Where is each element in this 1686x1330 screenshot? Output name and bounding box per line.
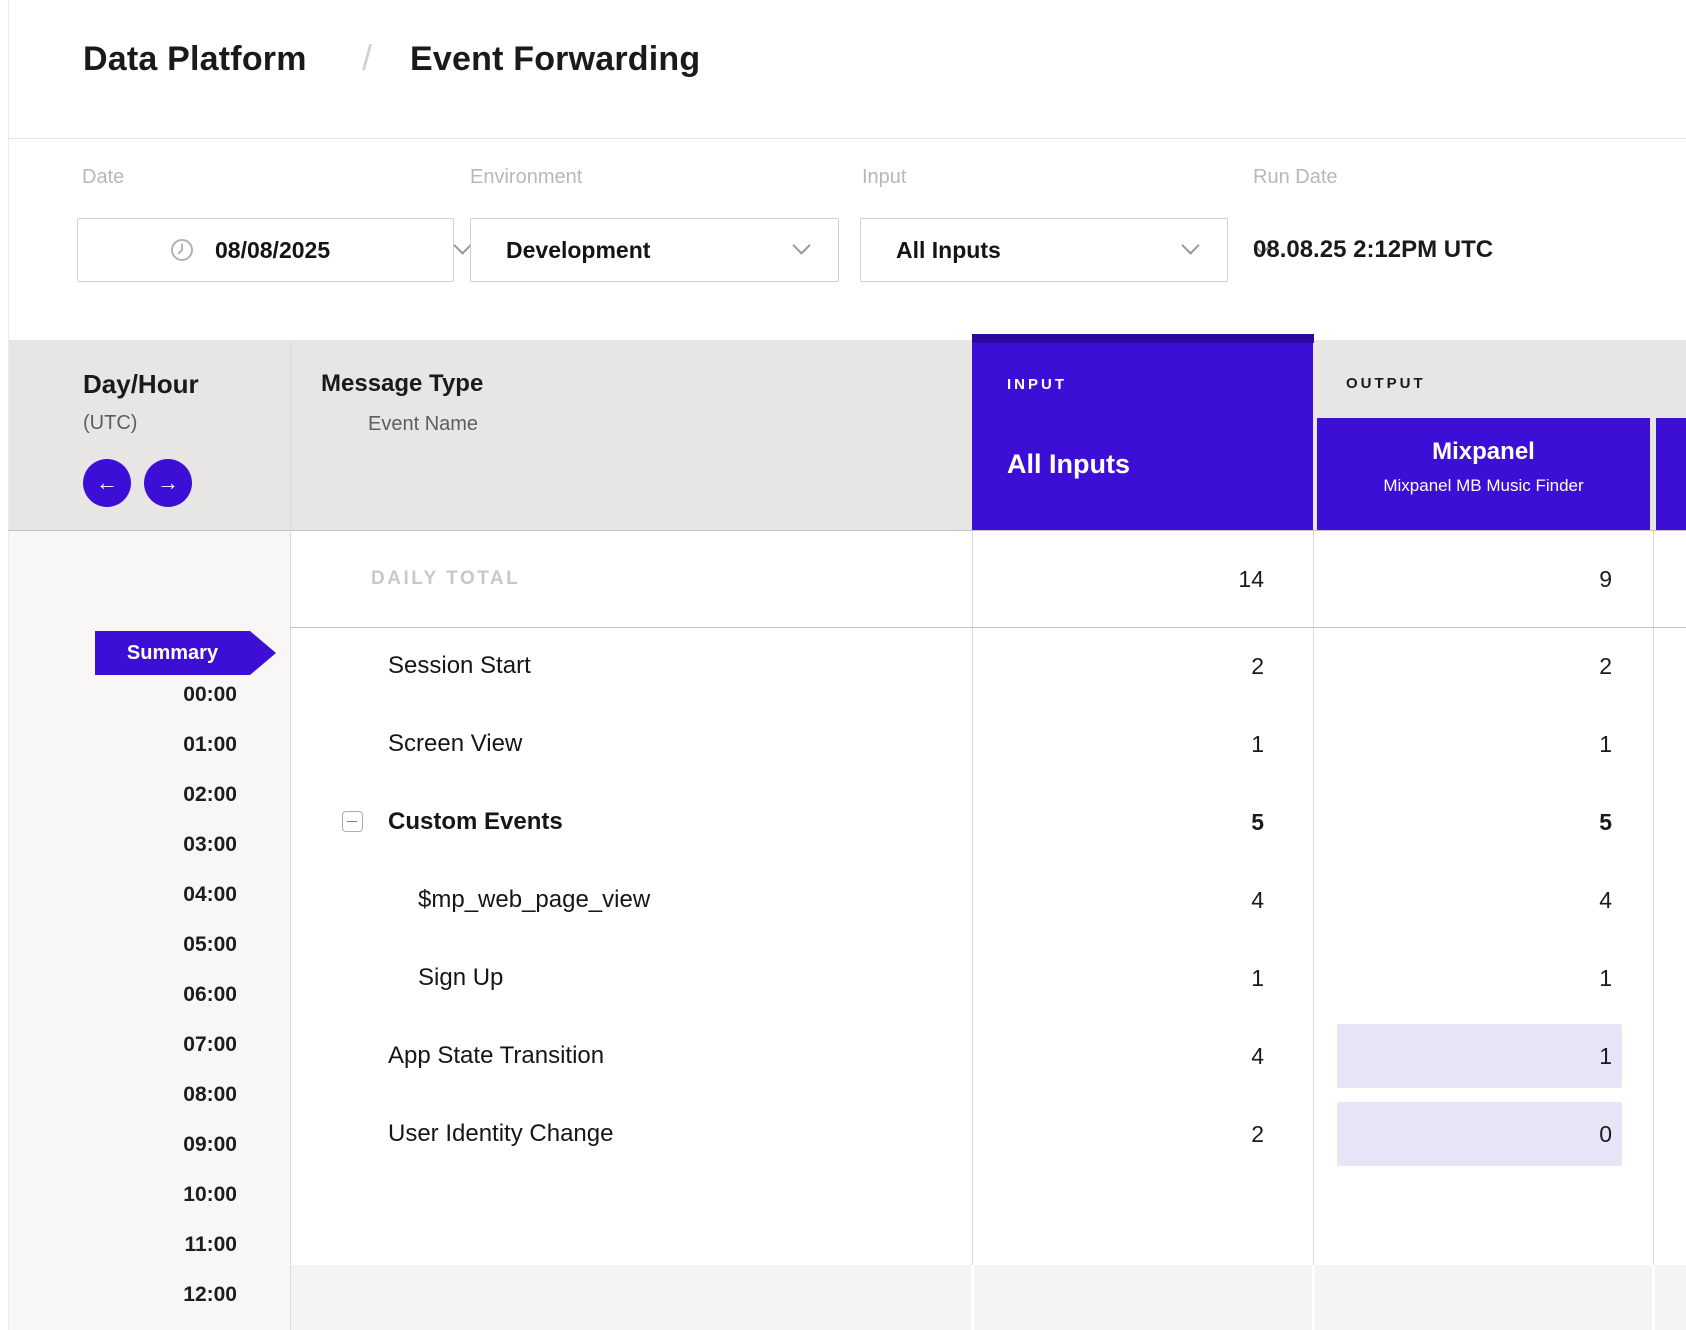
run-date-value: 08.08.25 2:12PM UTC — [1253, 218, 1493, 282]
input-count-cell: 2 — [972, 627, 1264, 705]
hour-item[interactable]: 11:00 — [9, 1220, 237, 1270]
column-divider — [1652, 1265, 1655, 1330]
output-count-cell: 5 — [1337, 790, 1622, 854]
chevron-down-icon — [1181, 236, 1199, 254]
column-divider — [1312, 1265, 1315, 1330]
page-title: Event Forwarding — [410, 40, 700, 79]
input-filter-label: Input — [862, 166, 906, 189]
hour-item[interactable]: 02:00 — [9, 770, 237, 820]
connection-name: Mixpanel — [1317, 438, 1650, 466]
hour-item[interactable]: 10:00 — [9, 1170, 237, 1220]
previous-day-button[interactable]: ← — [83, 459, 131, 507]
next-day-button[interactable]: → — [144, 459, 192, 507]
hour-item[interactable]: 05:00 — [9, 920, 237, 970]
message-type-header: Message Type — [321, 370, 483, 398]
daily-total-row: DAILY TOTAL 14 9 — [290, 531, 1686, 627]
chevron-down-icon — [792, 236, 810, 254]
output-count-cell: 4 — [1337, 868, 1622, 932]
event-forwarding-page: Data Platform / Event Forwarding Date En… — [0, 0, 1686, 1330]
hour-item[interactable]: 08:00 — [9, 1070, 237, 1120]
output-count-cell: 2 — [1337, 634, 1622, 698]
event-label: Session Start — [388, 652, 531, 680]
input-column-title: All Inputs — [1007, 449, 1130, 480]
output-count-cell: 1 — [1337, 946, 1622, 1010]
input-count-cell: 2 — [972, 1095, 1264, 1173]
hour-item[interactable]: 12:00 — [9, 1270, 237, 1320]
hour-item[interactable]: 07:00 — [9, 1020, 237, 1070]
input-count-cell: 1 — [972, 939, 1264, 1017]
event-label: Screen View — [388, 730, 522, 758]
table-row: Session Start 2 2 — [290, 627, 1686, 705]
environment-select[interactable]: Development — [470, 218, 839, 282]
summary-flag-label: Summary — [95, 631, 250, 675]
table-row: App State Transition 4 1 — [290, 1017, 1686, 1095]
event-name-subheader: Event Name — [368, 413, 478, 436]
date-filter-label: Date — [82, 166, 124, 189]
summary-flag-arrow — [250, 631, 276, 675]
hour-item[interactable]: 09:00 — [9, 1120, 237, 1170]
input-count-cell: 4 — [972, 1017, 1264, 1095]
hour-item[interactable]: 01:00 — [9, 720, 237, 770]
table-row: $mp_web_page_view 4 4 — [290, 861, 1686, 939]
next-connection-header-partial[interactable] — [1656, 418, 1686, 530]
event-label: Custom Events — [388, 808, 563, 836]
collapse-minus-icon[interactable] — [342, 811, 363, 832]
day-hour-timezone: (UTC) — [83, 412, 137, 435]
input-kicker: INPUT — [1007, 376, 1067, 393]
output-count-cell: 1 — [1337, 712, 1622, 776]
input-count-cell: 5 — [972, 783, 1264, 861]
date-value: 08/08/2025 — [215, 219, 330, 281]
environment-value: Development — [506, 219, 650, 281]
breadcrumb-section[interactable]: Data Platform — [83, 40, 307, 79]
hour-item[interactable]: 13:00 — [9, 1320, 237, 1330]
chevron-down-icon — [453, 236, 471, 254]
event-label: App State Transition — [388, 1042, 604, 1070]
column-divider — [971, 1265, 974, 1330]
input-count-cell: 1 — [972, 705, 1264, 783]
event-label: User Identity Change — [388, 1120, 613, 1148]
arrow-right-icon: → — [157, 470, 179, 496]
table-row: Screen View 1 1 — [290, 705, 1686, 783]
daily-total-output-value: 9 — [1337, 547, 1622, 611]
table-row: Sign Up 1 1 — [290, 939, 1686, 1017]
input-select[interactable]: All Inputs — [860, 218, 1228, 282]
output-connection-header[interactable]: Mixpanel Mixpanel MB Music Finder — [1317, 418, 1650, 530]
run-date-label: Run Date — [1253, 166, 1338, 189]
event-label: Sign Up — [418, 964, 503, 992]
minus-glyph — [347, 821, 357, 823]
input-column-accent-strip — [972, 334, 1314, 343]
input-column-header[interactable]: INPUT All Inputs — [972, 343, 1313, 530]
output-kicker: OUTPUT — [1346, 375, 1426, 392]
hour-item[interactable]: 04:00 — [9, 870, 237, 920]
connection-subtitle: Mixpanel MB Music Finder — [1317, 476, 1650, 496]
table-row: User Identity Change 2 0 — [290, 1095, 1686, 1173]
daily-total-label: DAILY TOTAL — [371, 568, 520, 590]
table-row: Custom Events 5 5 — [290, 783, 1686, 861]
empty-footer-band — [291, 1265, 1686, 1330]
breadcrumb: Data Platform / Event Forwarding — [9, 0, 1686, 139]
hour-item[interactable]: 06:00 — [9, 970, 237, 1020]
hour-item[interactable]: 03:00 — [9, 820, 237, 870]
input-count-cell: 4 — [972, 861, 1264, 939]
output-count-cell-highlighted[interactable]: 0 — [1337, 1102, 1622, 1166]
breadcrumb-separator: / — [362, 37, 372, 79]
hour-item[interactable]: 00:00 — [9, 670, 237, 720]
event-label: $mp_web_page_view — [418, 886, 650, 914]
input-value: All Inputs — [896, 219, 1001, 281]
arrow-left-icon: ← — [96, 470, 118, 496]
output-count-cell-highlighted[interactable]: 1 — [1337, 1024, 1622, 1088]
clock-icon — [170, 238, 194, 262]
daily-total-input-value: 14 — [972, 531, 1264, 627]
environment-filter-label: Environment — [470, 166, 582, 189]
day-hour-header: Day/Hour — [83, 369, 199, 400]
date-select[interactable]: 08/08/2025 — [77, 218, 454, 282]
